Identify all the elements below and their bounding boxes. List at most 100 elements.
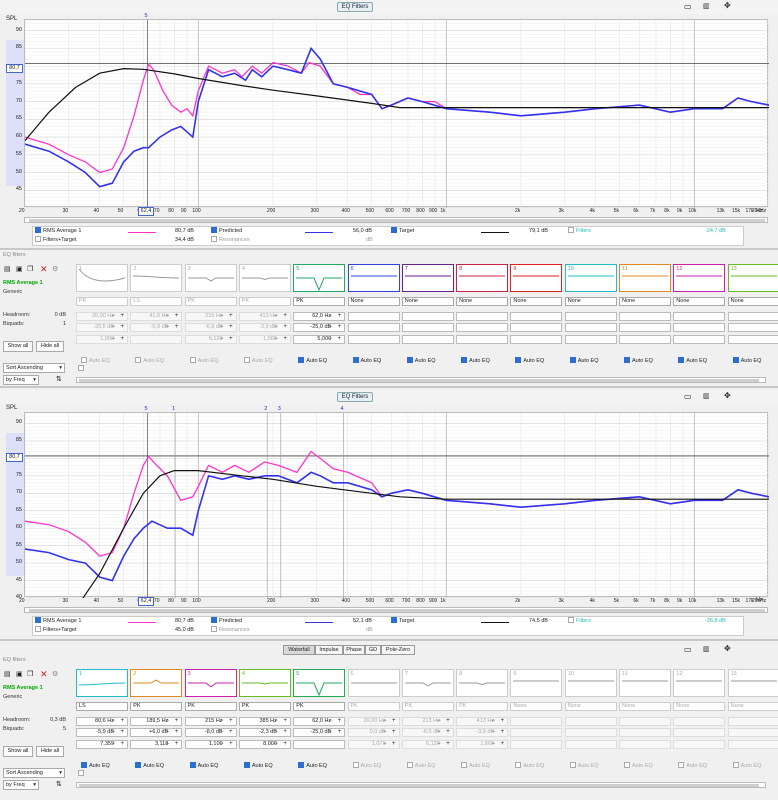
filter-type-7[interactable]: None <box>401 297 454 306</box>
filter-type-11[interactable]: None <box>619 297 671 306</box>
tab-gd[interactable]: GD <box>365 645 381 655</box>
auto-eq-checkbox[interactable] <box>243 761 250 768</box>
stepper-icon[interactable]: − + <box>329 336 344 343</box>
delete-icon[interactable]: ✕ <box>40 265 48 274</box>
filter-q-3[interactable]: 6,129− + <box>184 335 237 344</box>
stepper-icon[interactable]: − + <box>491 729 506 736</box>
folder-icon[interactable]: ▤ <box>4 671 11 679</box>
filter-f-12[interactable] <box>673 312 726 321</box>
layout-icon[interactable]: ▥ <box>703 3 710 11</box>
stepper-icon[interactable]: − + <box>437 729 452 736</box>
stepper-icon[interactable]: − + <box>274 741 289 748</box>
auto-eq-checkbox[interactable] <box>732 356 739 363</box>
filter-tile-12[interactable]: 12 <box>673 669 726 697</box>
stepper-icon[interactable]: − + <box>491 741 506 748</box>
top-response-graph[interactable] <box>25 20 769 208</box>
by-select[interactable]: by Freq ▾ <box>3 375 39 385</box>
auto-eq-checkbox[interactable] <box>81 356 87 363</box>
auto-eq-checkbox[interactable] <box>515 761 522 768</box>
auto-eq-4[interactable]: Auto EQ <box>243 356 273 365</box>
layout-icon-3[interactable]: ▥ <box>703 646 710 654</box>
stepper-icon[interactable]: − + <box>111 324 126 331</box>
hide-all-button[interactable]: Hide all <box>36 341 64 352</box>
auto-eq-12[interactable]: Auto EQ <box>678 761 707 770</box>
filter-g-4[interactable]: -3,9 dB − + <box>238 323 291 332</box>
monitor-icon-2[interactable]: ▭ <box>684 393 692 401</box>
filter-g-6[interactable]: 0,0 dB − + <box>347 728 400 737</box>
filter-tile-3[interactable]: 3 <box>184 264 237 292</box>
settings-icon[interactable]: ⚙ <box>52 671 58 679</box>
auto-eq-checkbox[interactable] <box>406 356 413 363</box>
auto-eq-9[interactable]: Auto EQ <box>515 356 544 365</box>
filter-type-11[interactable]: None <box>619 702 671 711</box>
filter-tile-2[interactable]: 2 <box>130 264 183 292</box>
auto-eq-checkbox[interactable] <box>732 761 739 768</box>
auto-eq-8[interactable]: Auto EQ <box>461 356 490 365</box>
filter-q-8[interactable] <box>456 335 509 344</box>
stepper-icon[interactable]: − + <box>491 718 506 725</box>
filter-type-8[interactable]: PK <box>456 702 509 711</box>
folder-icon[interactable]: ▤ <box>4 266 11 274</box>
filter-g-9[interactable] <box>510 728 563 737</box>
filter-type-1[interactable]: LS <box>76 702 128 711</box>
move-icon[interactable]: ✥ <box>724 2 731 10</box>
tab-waterfall[interactable]: Waterfall <box>283 645 315 655</box>
auto-eq-checkbox[interactable] <box>352 356 359 363</box>
filter-g-10[interactable] <box>564 323 617 332</box>
filter-tile-4[interactable]: 4 <box>238 669 291 697</box>
bottom-response-graph[interactable] <box>25 413 769 598</box>
filter-tile-5[interactable]: 5 <box>293 669 346 697</box>
filter-q-11[interactable] <box>619 740 671 749</box>
auto-eq-all[interactable] <box>78 769 86 778</box>
filter-f-13[interactable] <box>727 717 778 726</box>
filter-q-7[interactable] <box>401 335 454 344</box>
monitor-icon-3[interactable]: ▭ <box>684 646 692 654</box>
filter-marker-label[interactable]: 5 <box>145 13 148 19</box>
filter-f-6[interactable]: 20,00 Hz − + <box>347 717 400 726</box>
filter-q-8[interactable]: 1,665− + <box>456 740 509 749</box>
stepper-icon[interactable]: − + <box>111 313 126 320</box>
hide-all-button[interactable]: Hide all <box>36 746 64 757</box>
tab-impulse[interactable]: Impulse <box>315 645 343 655</box>
filter-g-3[interactable]: -8,0 dB − + <box>184 728 237 737</box>
filter-q-1[interactable]: 7,359− + <box>76 740 128 749</box>
rms-checkbox[interactable] <box>35 226 41 233</box>
filter-q-12[interactable] <box>673 740 726 749</box>
bottom-h-scrollbar[interactable] <box>24 607 768 613</box>
filter-q-5[interactable]: 5,000− + <box>293 335 346 344</box>
top-graph-area[interactable] <box>24 19 769 208</box>
show-all-button[interactable]: Show all <box>3 341 33 352</box>
filter-type-12[interactable]: None <box>673 702 726 711</box>
panel-h-scrollbar[interactable] <box>76 377 766 383</box>
filter-tile-6[interactable]: 6 <box>347 264 400 292</box>
filter-f-9[interactable] <box>510 312 563 321</box>
filter-f-4[interactable]: 413 Hz − + <box>238 312 291 321</box>
auto-eq-checkbox[interactable] <box>189 761 196 768</box>
delete-icon[interactable]: ✕ <box>40 670 48 679</box>
stepper-icon[interactable]: − + <box>383 729 398 736</box>
filter-tile-10[interactable]: 10 <box>564 669 617 697</box>
filter-g-6[interactable] <box>347 323 400 332</box>
filter-q-13[interactable] <box>727 335 778 344</box>
auto-eq-1[interactable]: Auto EQ <box>81 761 110 770</box>
filter-type-5[interactable]: PK <box>293 702 346 711</box>
auto-eq-checkbox[interactable] <box>81 761 87 768</box>
filter-tile-7[interactable]: 7 <box>401 669 454 697</box>
move-icon-3[interactable]: ✥ <box>724 645 731 653</box>
auto-eq-checkbox[interactable] <box>298 761 305 768</box>
rms-checkbox-2[interactable] <box>35 616 41 623</box>
sort-select[interactable]: Sort Ascending ▾ <box>3 363 65 373</box>
stepper-icon[interactable]: − + <box>274 313 289 320</box>
filter-q-2[interactable]: 3,118− + <box>130 740 183 749</box>
target-checkbox[interactable] <box>391 226 397 233</box>
auto-eq-checkbox[interactable] <box>678 356 685 363</box>
eq-filters-button[interactable]: EQ Filters <box>337 2 373 12</box>
auto-eq-8[interactable]: Auto EQ <box>461 761 490 770</box>
filter-g-4[interactable]: -2,3 dB − + <box>238 728 291 737</box>
copy-icon[interactable]: ❐ <box>27 671 33 679</box>
filter-g-2[interactable]: -5,9 dB − + <box>130 323 183 332</box>
filter-g-12[interactable] <box>673 728 726 737</box>
stepper-icon[interactable]: − + <box>329 313 344 320</box>
filter-g-8[interactable] <box>456 323 509 332</box>
filter-marker-label[interactable]: 2 <box>264 406 267 412</box>
